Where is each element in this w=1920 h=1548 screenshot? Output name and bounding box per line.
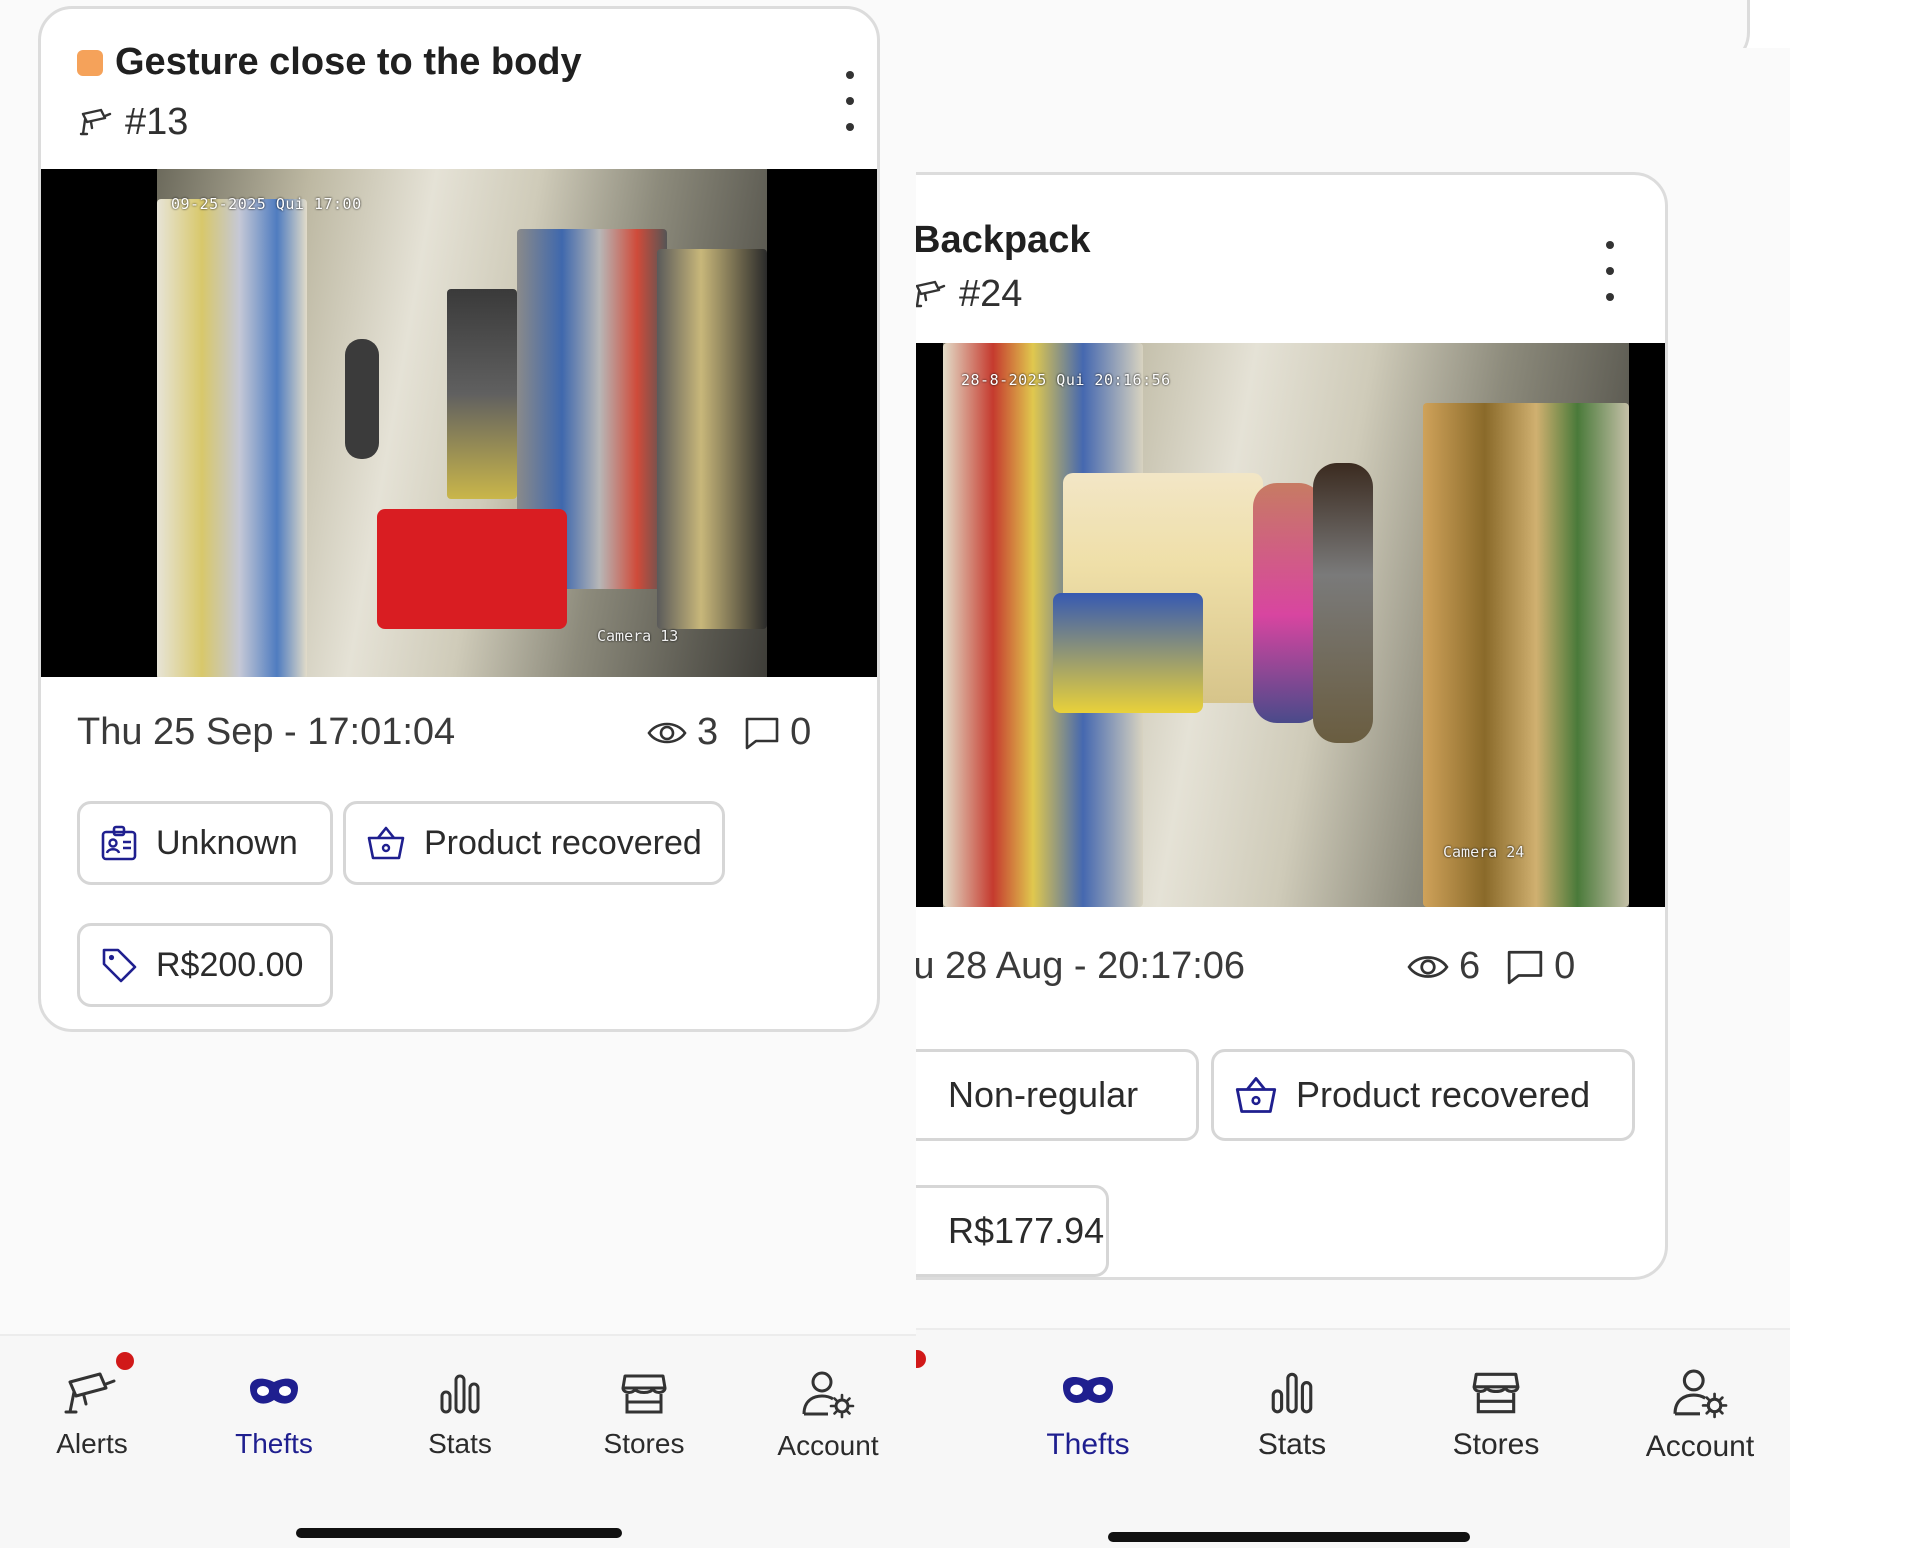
basket-icon	[367, 826, 405, 860]
comment-icon	[1507, 950, 1543, 984]
datetime-row: Thu 25 Sep - 17:01:04	[77, 711, 455, 754]
nav-stores[interactable]: Stores	[604, 1370, 684, 1460]
basket-icon	[1235, 1077, 1277, 1113]
store-icon	[621, 1374, 667, 1414]
camera-number-row: #24	[916, 273, 1022, 316]
engagement-stats: 3 0	[621, 711, 811, 754]
datetime-row: Thu 28 Aug - 20:17:06	[916, 945, 1245, 988]
bar-chart-icon	[1271, 1372, 1313, 1414]
video-camera-label: Camera 13	[597, 627, 679, 645]
nav-account-label: Account	[777, 1430, 879, 1461]
video-camera-label: Camera 24	[1443, 843, 1525, 861]
outcome-chip[interactable]: Product recovered	[1211, 1049, 1635, 1141]
value-label: R$177.94	[948, 1210, 1105, 1251]
video-frame: 09-25-2025 Qui 17:00 Camera 13	[157, 169, 767, 677]
nav-alerts-label: Alerts	[56, 1428, 128, 1459]
cctv-camera-icon	[64, 1372, 116, 1414]
nav-stats-label: Stats	[428, 1428, 492, 1459]
bottom-navigation: Thefts Stats Stores Account	[916, 1328, 1790, 1548]
nav-stats[interactable]: Stats	[420, 1370, 500, 1460]
views-stat: 6	[1407, 945, 1480, 988]
value-chip[interactable]: R$200.00	[77, 923, 333, 1007]
mask-icon	[250, 1378, 298, 1404]
alerts-notification-dot	[116, 1352, 134, 1370]
severity-indicator	[77, 49, 103, 76]
person-type-label: Unknown	[156, 823, 298, 862]
card-title: Gesture close to the body	[115, 41, 582, 83]
nav-thefts[interactable]: Thefts	[234, 1370, 314, 1460]
comments-count: 0	[1554, 945, 1576, 987]
comments-stat[interactable]: 0	[1506, 945, 1575, 988]
user-settings-icon	[1673, 1369, 1728, 1419]
event-datetime: Thu 28 Aug - 20:17:06	[916, 945, 1246, 987]
bottom-navigation: Alerts Thefts Stats Stores Account	[0, 1334, 916, 1548]
person-type-label: Non-regular	[948, 1074, 1139, 1115]
nav-stats[interactable]: Stats	[1242, 1368, 1342, 1462]
views-stat: 3	[647, 711, 718, 754]
value-label: R$200.00	[156, 945, 304, 984]
theft-card[interactable]: Backpack #24 28-8-2025 Qui 20:16:56 Came…	[916, 172, 1668, 1280]
nav-stores-label: Stores	[603, 1428, 685, 1459]
outcome-label: Product recovered	[1296, 1074, 1591, 1115]
video-timestamp: 09-25-2025 Qui 17:00	[171, 195, 362, 213]
nav-stores-label: Stores	[1452, 1428, 1540, 1461]
previous-card-edge	[916, 0, 1790, 48]
cctv-camera-icon	[916, 280, 946, 307]
video-timestamp: 28-8-2025 Qui 20:16:56	[961, 371, 1171, 389]
card-title-row: Gesture close to the body	[77, 41, 582, 84]
nav-thefts-label: Thefts	[1046, 1428, 1130, 1461]
eye-icon	[1407, 955, 1449, 978]
home-indicator	[296, 1528, 622, 1538]
price-tag-icon	[102, 948, 137, 983]
nav-account-label: Account	[1645, 1430, 1755, 1463]
user-settings-icon	[802, 1371, 855, 1419]
person-type-chip[interactable]: Unknown	[77, 801, 333, 885]
nav-thefts[interactable]: Thefts	[1038, 1368, 1138, 1462]
outcome-label: Product recovered	[424, 823, 702, 862]
store-icon	[1472, 1372, 1520, 1414]
more-options-button[interactable]	[1595, 241, 1625, 301]
right-phone-screen: Backpack #24 28-8-2025 Qui 20:16:56 Came…	[916, 48, 1790, 1548]
video-frame: 28-8-2025 Qui 20:16:56 Camera 24	[943, 343, 1629, 907]
nav-stats-label: Stats	[1257, 1428, 1327, 1461]
camera-number: #13	[125, 101, 189, 143]
event-datetime: Thu 25 Sep - 17:01:04	[77, 711, 456, 753]
outcome-chip[interactable]: Product recovered	[343, 801, 725, 885]
camera-number: #24	[959, 273, 1023, 315]
person-type-chip[interactable]: Non-regular	[916, 1049, 1199, 1141]
comments-stat[interactable]: 0	[744, 711, 811, 754]
value-chip[interactable]: R$177.94	[916, 1185, 1109, 1277]
nav-account[interactable]: Account	[777, 1370, 879, 1462]
cctv-camera-icon	[79, 108, 112, 135]
video-thumbnail[interactable]: 28-8-2025 Qui 20:16:56 Camera 24	[916, 343, 1665, 907]
views-count: 6	[1459, 945, 1481, 987]
more-options-button[interactable]	[835, 71, 865, 131]
nav-account[interactable]: Account	[1640, 1368, 1760, 1464]
eye-icon	[647, 722, 687, 743]
comments-count: 0	[790, 711, 812, 753]
camera-number-row: #13	[79, 101, 188, 144]
views-count: 3	[697, 711, 719, 753]
home-indicator	[1108, 1532, 1470, 1542]
bar-chart-icon	[440, 1374, 480, 1414]
video-thumbnail[interactable]: 09-25-2025 Qui 17:00 Camera 13	[41, 169, 877, 677]
nav-thefts-label: Thefts	[235, 1428, 313, 1459]
id-badge-icon	[101, 825, 137, 861]
theft-card[interactable]: Gesture close to the body #13 09-25-2025…	[38, 6, 880, 1032]
mask-icon	[1063, 1376, 1113, 1403]
nav-stores[interactable]: Stores	[1446, 1368, 1546, 1462]
left-phone-screen: Gesture close to the body #13 09-25-2025…	[0, 0, 916, 1548]
engagement-stats: 6 0	[1381, 945, 1575, 988]
alerts-notification-dot	[916, 1350, 926, 1368]
card-title-row: Backpack	[916, 219, 1090, 262]
card-title: Backpack	[916, 219, 1091, 261]
comment-icon	[745, 717, 779, 749]
nav-alerts[interactable]: Alerts	[52, 1370, 132, 1460]
